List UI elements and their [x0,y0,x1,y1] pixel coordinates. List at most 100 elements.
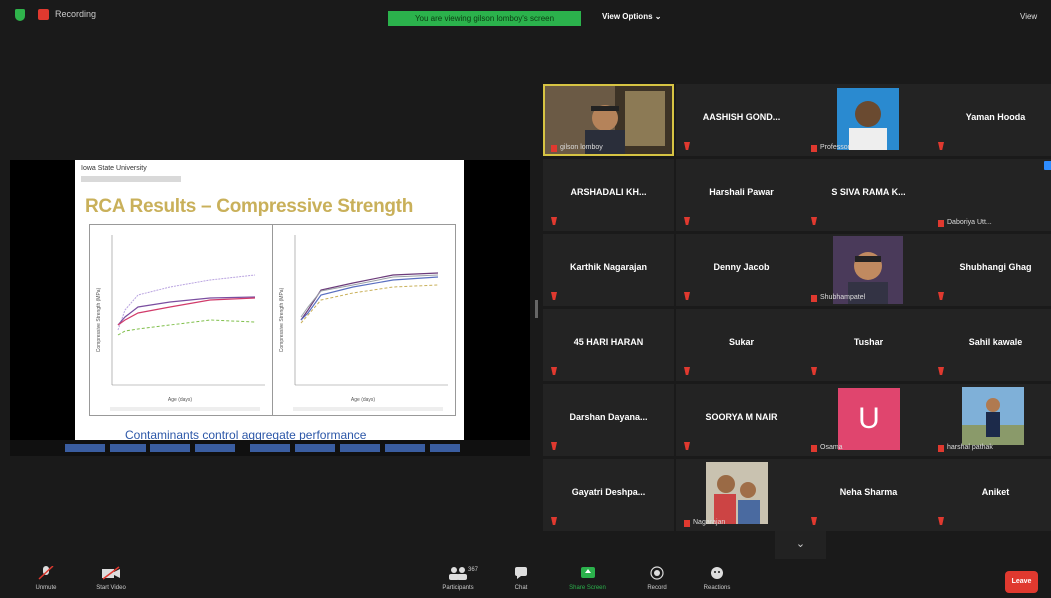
participant-name: Nagarajan [684,519,725,527]
share-screen-icon [580,567,595,578]
participant-tile[interactable]: U Osama [803,384,934,456]
record-label: Record [647,585,667,591]
unmute-button[interactable]: Unmute [26,566,66,591]
participant-tile[interactable]: Neha Sharma [803,459,934,531]
muted-mic-icon [551,442,557,450]
right-strength-chart: Age (days) Compressive Strength (MPa) [272,224,456,416]
viewing-banner: You are viewing gilson lomboy's screen [388,11,581,26]
participant-name: Osama [811,444,843,452]
university-logo: Iowa State University [81,165,147,172]
participant-name: S SIVA RAMA K... [831,187,906,197]
participant-name: Professor [811,144,850,152]
more-options-icon[interactable] [1044,161,1051,170]
muted-mic-icon [684,367,690,375]
participant-tile[interactable]: Daboriya Utt... [930,159,1051,231]
participant-tile[interactable]: Yaman Hooda [930,84,1051,156]
participant-tile[interactable]: gilson lomboy [543,84,674,156]
participant-tile[interactable]: harshal pathak [930,384,1051,456]
participant-tile[interactable]: Sukar [676,309,807,381]
security-shield-icon[interactable] [15,9,25,21]
start-video-label: Start Video [96,585,126,591]
muted-mic-icon [551,292,557,300]
muted-mic-icon [551,517,557,525]
participant-tile[interactable]: Tushar [803,309,934,381]
reactions-button[interactable]: Reactions [695,566,739,591]
participant-name: Yaman Hooda [965,112,1026,122]
presenter-taskbar [10,440,530,456]
participant-name: Denny Jacob [713,262,770,272]
left-chart-ylabel: Compressive Strength (MPa) [96,287,102,352]
taskbar-item [110,444,146,452]
muted-mic-icon [811,517,817,525]
participant-name: Aniket [981,487,1010,497]
participant-tile[interactable]: Harshali Pawar [676,159,807,231]
record-icon [650,566,664,580]
profile-photo [837,88,899,150]
taskbar-item [195,444,235,452]
muted-mic-icon [551,367,557,375]
participant-tile[interactable]: Aniket [930,459,1051,531]
shared-screen: Iowa State University RCA Results – Comp… [10,160,530,456]
participant-tile[interactable]: ARSHADALI KH... [543,159,674,231]
muted-mic-icon [551,217,557,225]
reactions-icon [711,567,723,579]
participant-tile[interactable]: Shubhangi Ghag [930,234,1051,306]
gallery-next-page-button[interactable]: ⌄ [775,531,826,559]
record-button[interactable]: Record [637,566,677,591]
presentation-slide: Iowa State University RCA Results – Comp… [75,160,464,442]
participant-tile[interactable]: Nagarajan [676,459,807,531]
participant-name: Sukar [728,337,754,347]
muted-mic-icon [938,292,944,300]
view-options-button[interactable]: View Options ⌄ [602,12,661,21]
share-screen-button[interactable]: Share Screen [560,566,615,591]
taskbar-item [295,444,335,452]
participant-tile[interactable]: Professor [803,84,934,156]
start-video-button[interactable]: Start Video [86,566,136,591]
participant-name: Shubhangi Ghag [959,262,1032,272]
taskbar-item [65,444,105,452]
participant-gallery: gilson lomboy AASHISH GOND... Professor … [541,82,1051,532]
participant-tile[interactable]: Darshan Dayana... [543,384,674,456]
participant-tile[interactable]: SOORYA M NAIR [676,384,807,456]
participant-name: Shubhampatel [811,294,865,302]
participant-name: SOORYA M NAIR [705,412,778,422]
participant-tile[interactable]: 45 HARI HARAN [543,309,674,381]
participants-button[interactable]: Participants [428,566,488,591]
taskbar-item [430,444,460,452]
participant-tile[interactable]: Shubhampatel [803,234,934,306]
view-toggle-button[interactable]: View [1020,12,1037,21]
muted-mic-icon [938,142,944,150]
taskbar-item [340,444,380,452]
participant-tile[interactable]: S SIVA RAMA K... [803,159,934,231]
participant-tile[interactable]: Sahil kawale [930,309,1051,381]
muted-mic-icon [938,517,944,525]
share-screen-label: Share Screen [569,585,606,591]
participant-name: Tushar [853,337,884,347]
participant-name: AASHISH GOND... [702,112,781,122]
participant-tile[interactable]: AASHISH GOND... [676,84,807,156]
muted-mic-icon [938,367,944,375]
participant-tile[interactable]: Gayatri Deshpa... [543,459,674,531]
leave-button[interactable]: Leave [1005,571,1038,593]
chat-button[interactable]: Chat [506,566,536,591]
slide-subtitle [81,176,181,182]
participant-name: Darshan Dayana... [569,412,648,422]
muted-mic-icon [684,142,690,150]
unmute-label: Unmute [35,585,57,591]
participant-name: Gayatri Deshpa... [571,487,646,497]
participant-tile[interactable]: Karthik Nagarajan [543,234,674,306]
participant-avatar: U [838,388,900,450]
participant-name: Karthik Nagarajan [569,262,648,272]
participant-name: gilson lomboy [551,144,603,152]
taskbar-item [250,444,290,452]
video-off-icon [102,566,120,580]
participant-name: harshal pathak [938,444,993,452]
participant-tile[interactable]: Denny Jacob [676,234,807,306]
muted-mic-icon [684,292,690,300]
panel-resize-handle[interactable] [535,300,538,318]
participant-name: ARSHADALI KH... [570,187,647,197]
chat-label: Chat [514,585,528,591]
right-chart-ylabel: Compressive Strength (MPa) [279,287,285,352]
participants-label: Participants [442,585,474,591]
participant-name: Sahil kawale [968,337,1023,347]
